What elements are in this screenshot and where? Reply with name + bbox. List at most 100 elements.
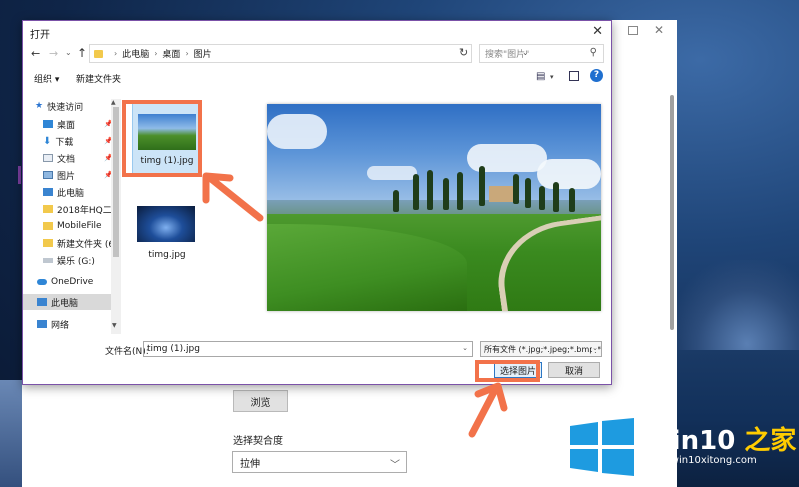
search-placeholder: 搜索"图片" xyxy=(485,50,530,60)
sidebar-item-quick-access[interactable]: ★ 快速访问 xyxy=(35,98,123,114)
recent-locations-icon[interactable]: ⌄ xyxy=(65,48,72,57)
search-input[interactable]: 搜索"图片" ⚲ xyxy=(479,44,604,63)
scroll-down-icon[interactable]: ▼ xyxy=(112,322,117,329)
desktop-icon xyxy=(43,120,53,128)
preview-tree xyxy=(553,182,559,212)
preview-tree xyxy=(393,190,399,212)
breadcrumb-separator: › xyxy=(185,49,189,58)
preview-tree xyxy=(513,174,519,204)
sidebar-item-label: 桌面 xyxy=(57,120,76,131)
sidebar-item-label: MobileFile xyxy=(57,221,102,231)
file-item[interactable]: timg.jpg xyxy=(135,204,199,264)
highlight-box xyxy=(475,360,540,382)
breadcrumb-item[interactable]: 此电脑 xyxy=(122,47,149,60)
preview-tree xyxy=(539,186,545,210)
chevron-down-icon: ﹀ xyxy=(390,460,400,471)
forward-arrow-icon[interactable]: → xyxy=(49,47,58,60)
chevron-down-icon: ⌄ xyxy=(592,344,598,352)
preview-pane-icon[interactable] xyxy=(569,71,579,81)
folder-icon xyxy=(94,49,103,58)
image-thumbnail xyxy=(137,206,195,242)
pointer-arrow-icon xyxy=(202,172,264,222)
dialog-title: 打开 xyxy=(30,30,50,41)
nav-scrollbar-thumb[interactable] xyxy=(113,107,119,257)
watermark-brand-accent: 之家 xyxy=(744,426,797,456)
organize-button[interactable]: 组织 ▾ xyxy=(34,72,59,85)
cloud-icon xyxy=(37,279,47,285)
sidebar-item-label: 此电脑 xyxy=(51,298,79,309)
preview-house xyxy=(489,186,513,202)
pictures-icon xyxy=(43,171,53,179)
file-name: timg.jpg xyxy=(148,250,186,260)
watermark-brand: Win10 之家 xyxy=(643,420,796,457)
filename-input[interactable]: timg (1).jpg ⌄ xyxy=(143,341,473,357)
watermark-url: www.win10xitong.com xyxy=(644,455,757,466)
preview-tree xyxy=(427,170,433,210)
back-arrow-icon[interactable]: ← xyxy=(31,47,40,60)
image-preview xyxy=(267,104,601,311)
maximize-button[interactable] xyxy=(628,26,638,35)
background-water xyxy=(669,350,799,487)
accent-marker xyxy=(18,166,21,184)
fit-select[interactable]: 拉伸 ﹀ xyxy=(232,451,407,473)
preview-tree xyxy=(443,178,449,210)
document-icon xyxy=(43,154,53,162)
preview-tree xyxy=(525,178,531,208)
folder-icon xyxy=(43,239,53,247)
breadcrumb-item[interactable]: 图片 xyxy=(194,47,212,60)
preview-tree xyxy=(413,174,419,210)
fit-select-value: 拉伸 xyxy=(240,458,260,470)
preview-tree xyxy=(479,166,485,206)
highlight-box xyxy=(122,100,202,177)
sidebar-item-label: 快速访问 xyxy=(47,102,84,113)
sidebar-item-label: 下载 xyxy=(55,137,74,148)
preview-tree xyxy=(569,188,575,212)
browse-button[interactable]: 浏览 xyxy=(233,390,288,412)
refresh-icon[interactable]: ↻ xyxy=(459,46,468,59)
folder-icon xyxy=(43,222,53,230)
chevron-down-icon[interactable]: ▾ xyxy=(550,73,554,81)
breadcrumb-item[interactable]: 桌面 xyxy=(162,47,180,60)
settings-scrollbar[interactable] xyxy=(670,95,674,330)
sidebar-item-label: OneDrive xyxy=(51,277,94,287)
windows-logo-icon xyxy=(570,418,634,476)
computer-icon xyxy=(43,188,53,196)
view-icon[interactable]: ▤ xyxy=(536,71,545,82)
up-arrow-icon[interactable]: ↑ xyxy=(77,46,87,60)
breadcrumb-separator: › xyxy=(154,49,158,58)
drive-icon xyxy=(43,257,53,263)
preview-tree xyxy=(457,172,463,210)
folder-icon xyxy=(43,205,53,213)
dialog-close-button[interactable]: ✕ xyxy=(592,24,603,39)
sidebar-item-label: 文档 xyxy=(57,154,76,165)
close-icon[interactable]: ✕ xyxy=(654,23,664,37)
preview-cloud xyxy=(267,114,327,149)
filename-value: timg (1).jpg xyxy=(147,344,200,354)
new-folder-button[interactable]: 新建文件夹 xyxy=(76,72,121,85)
star-icon: ★ xyxy=(35,101,44,111)
navigation-pane: ★ 快速访问 桌面 📌 ⬇ 下载 📌 文档 📌 图片 📌 此电脑 2018年HQ… xyxy=(23,94,123,334)
scroll-up-icon[interactable]: ▲ xyxy=(111,99,116,106)
network-icon xyxy=(37,320,47,328)
computer-icon xyxy=(37,298,47,306)
preview-cloud xyxy=(367,166,417,180)
sidebar-item-label: 新建文件夹 (6) xyxy=(57,239,118,250)
file-type-value: 所有文件 (*.jpg;*.jpeg;*.bmp;*. xyxy=(484,344,602,354)
sidebar-item-this-pc[interactable]: 此电脑 xyxy=(23,294,121,310)
preview-cloud xyxy=(537,159,601,189)
chevron-down-icon[interactable]: ⌄ xyxy=(462,344,468,352)
sidebar-item-label: 此电脑 xyxy=(57,188,85,199)
file-type-select[interactable]: 所有文件 (*.jpg;*.jpeg;*.bmp;*. ⌄ xyxy=(480,341,602,357)
help-icon[interactable]: ? xyxy=(590,69,603,82)
fit-label: 选择契合度 xyxy=(233,436,283,447)
sidebar-item-label: 网络 xyxy=(51,320,70,331)
address-bar[interactable]: › 此电脑 › 桌面 › 图片 ⌄ xyxy=(89,44,529,63)
sidebar-item-label: 图片 xyxy=(57,171,76,182)
search-icon[interactable]: ⚲ xyxy=(590,47,597,58)
toolbar: 组织 ▾ 新建文件夹 ▤ ▾ ? xyxy=(23,68,611,90)
pointer-arrow-icon xyxy=(468,382,508,438)
watermark-brand-main: Win10 xyxy=(643,426,736,456)
download-icon: ⬇ xyxy=(43,135,52,147)
breadcrumb-separator: › xyxy=(114,49,118,58)
cancel-button[interactable]: 取消 xyxy=(548,362,600,378)
